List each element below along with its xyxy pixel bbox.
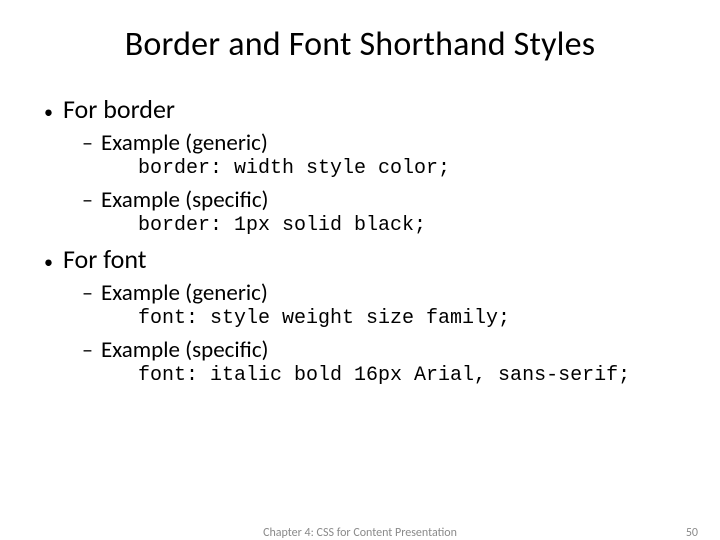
- example-label-row: – Example (generic): [82, 279, 680, 307]
- footer-page-number: 50: [686, 526, 698, 540]
- example-label-row: – Example (specific): [82, 186, 680, 214]
- dash-icon: –: [82, 129, 93, 156]
- page-title: Border and Font Shorthand Styles: [40, 24, 680, 65]
- bullet-icon: •: [44, 99, 53, 125]
- section-border: • For border – Example (generic) border:…: [44, 93, 680, 237]
- code-line: border: width style color;: [82, 157, 680, 180]
- section-font: • For font – Example (generic) font: sty…: [44, 243, 680, 387]
- slide: Border and Font Shorthand Styles • For b…: [0, 0, 720, 540]
- content-list: • For border – Example (generic) border:…: [40, 93, 680, 387]
- section-heading-row: • For border: [44, 93, 680, 125]
- code-line: font: italic bold 16px Arial, sans-serif…: [82, 364, 680, 387]
- section-heading-row: • For font: [44, 243, 680, 275]
- footer-chapter: Chapter 4: CSS for Content Presentation: [263, 526, 457, 540]
- dash-icon: –: [82, 279, 93, 306]
- example-label: Example (specific): [101, 336, 269, 364]
- section-heading: For border: [63, 93, 175, 125]
- subsection-list: – Example (generic) border: width style …: [44, 129, 680, 237]
- example-item: – Example (generic) font: style weight s…: [82, 279, 680, 330]
- example-label: Example (generic): [101, 129, 268, 157]
- subsection-list: – Example (generic) font: style weight s…: [44, 279, 680, 387]
- code-line: font: style weight size family;: [82, 307, 680, 330]
- code-line: border: 1px solid black;: [82, 214, 680, 237]
- example-item: – Example (specific) border: 1px solid b…: [82, 186, 680, 237]
- example-item: – Example (specific) font: italic bold 1…: [82, 336, 680, 387]
- example-label-row: – Example (specific): [82, 336, 680, 364]
- example-label: Example (specific): [101, 186, 269, 214]
- dash-icon: –: [82, 186, 93, 213]
- dash-icon: –: [82, 336, 93, 363]
- example-item: – Example (generic) border: width style …: [82, 129, 680, 180]
- section-heading: For font: [63, 243, 146, 275]
- example-label-row: – Example (generic): [82, 129, 680, 157]
- bullet-icon: •: [44, 249, 53, 275]
- example-label: Example (generic): [101, 279, 268, 307]
